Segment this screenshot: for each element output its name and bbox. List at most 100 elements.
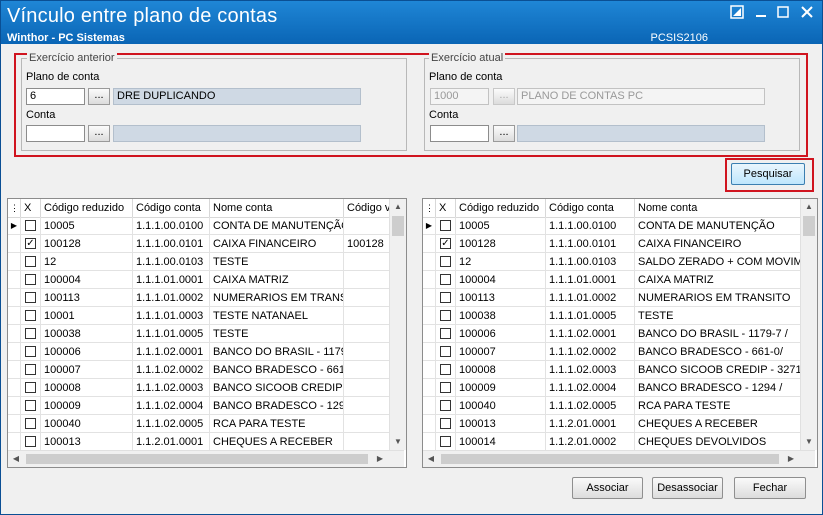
scroll-up-icon[interactable]: ▲	[801, 199, 817, 215]
cell-account-name[interactable]: BANCO BRADESCO - 661-0	[210, 361, 344, 379]
cell-account-name[interactable]: CONTA DE MANUTENÇÃO	[635, 217, 801, 235]
cell-account-code[interactable]: 1.1.1.00.0103	[133, 253, 210, 271]
cell-reduced-code[interactable]: 10005	[41, 217, 133, 235]
row-checkbox[interactable]	[440, 274, 451, 285]
row-checkbox[interactable]	[440, 310, 451, 321]
row-checkbox[interactable]	[25, 256, 36, 267]
cell-reduced-code[interactable]: 100006	[456, 325, 546, 343]
cell-account-name[interactable]: CAIXA FINANCEIRO	[635, 235, 801, 253]
scroll-up-icon[interactable]: ▲	[390, 199, 406, 215]
cell-reduced-code[interactable]: 100040	[41, 415, 133, 433]
cell-linked-code[interactable]	[344, 271, 390, 289]
scroll-down-icon[interactable]: ▼	[801, 434, 817, 450]
row-checkbox[interactable]	[440, 400, 451, 411]
cell-account-name[interactable]: CHEQUES DEVOLVIDOS	[635, 433, 801, 451]
search-button[interactable]: Pesquisar	[731, 163, 805, 185]
cell-account-code[interactable]: 1.1.2.01.0001	[133, 433, 210, 451]
cell-account-code[interactable]: 1.1.1.02.0003	[546, 361, 635, 379]
col-header-account-name[interactable]: Nome conta	[210, 199, 344, 217]
vertical-scrollbar[interactable]: ▲ ▼	[389, 199, 406, 450]
cell-linked-code[interactable]: 100128	[344, 235, 390, 253]
hscroll-thumb[interactable]	[441, 454, 779, 464]
table-row[interactable]: 100040 1.1.1.02.0005 RCA PARA TESTE	[8, 415, 390, 433]
cell-reduced-code[interactable]: 100009	[456, 379, 546, 397]
resize-icon[interactable]	[728, 5, 746, 21]
cell-linked-code[interactable]	[344, 307, 390, 325]
cell-account-name[interactable]: RCA PARA TESTE	[635, 397, 801, 415]
minimize-icon[interactable]	[752, 5, 770, 21]
table-row[interactable]: 100013 1.1.2.01.0001 CHEQUES A RECEBER	[8, 433, 390, 451]
cell-account-code[interactable]: 1.1.1.01.0005	[133, 325, 210, 343]
cell-account-code[interactable]: 1.1.1.02.0004	[133, 397, 210, 415]
cell-account-name[interactable]: BANCO DO BRASIL - 1179-7 /	[635, 325, 801, 343]
grid-menu-icon[interactable]: ⋮	[423, 199, 436, 217]
cell-account-code[interactable]: 1.1.1.00.0101	[133, 235, 210, 253]
cell-account-code[interactable]: 1.1.2.01.0002	[546, 433, 635, 451]
table-row[interactable]: ▶ 10005 1.1.1.00.0100 CONTA DE MANUTENÇÃO	[423, 217, 801, 235]
table-row[interactable]: 100014 1.1.2.01.0002 CHEQUES DEVOLVIDOS	[423, 433, 801, 451]
col-header-reduced-code[interactable]: Código reduzido	[456, 199, 546, 217]
table-row[interactable]: 100040 1.1.1.02.0005 RCA PARA TESTE	[423, 397, 801, 415]
col-header-account-code[interactable]: Código conta	[546, 199, 635, 217]
cell-reduced-code[interactable]: 100008	[456, 361, 546, 379]
table-row[interactable]: 12 1.1.1.00.0103 SALDO ZERADO + COM MOVIME…	[423, 253, 801, 271]
col-header-x[interactable]: X	[436, 199, 456, 217]
table-row[interactable]: 100113 1.1.1.01.0002 NUMERARIOS EM TRANSIT	[8, 289, 390, 307]
row-checkbox[interactable]	[25, 328, 36, 339]
scroll-right-icon[interactable]: ▶	[372, 451, 388, 467]
table-row[interactable]: 100038 1.1.1.01.0005 TESTE	[423, 307, 801, 325]
cell-account-name[interactable]: BANCO SICOOB CREDIP - 3271-8/	[635, 361, 801, 379]
table-row[interactable]: 100006 1.1.1.02.0001 BANCO DO BRASIL - 117…	[8, 343, 390, 361]
row-checkbox[interactable]	[440, 436, 451, 447]
previous-account-code-input[interactable]	[26, 125, 85, 142]
cell-account-code[interactable]: 1.1.1.02.0004	[546, 379, 635, 397]
cell-linked-code[interactable]	[344, 397, 390, 415]
previous-account-browse-button[interactable]: ...	[88, 125, 110, 142]
row-checkbox[interactable]: ✓	[25, 238, 36, 249]
table-row[interactable]: 12 1.1.1.00.0103 TESTE	[8, 253, 390, 271]
scroll-right-icon[interactable]: ▶	[783, 451, 799, 467]
cell-account-code[interactable]: 1.1.1.01.0002	[546, 289, 635, 307]
cell-reduced-code[interactable]: 100013	[41, 433, 133, 451]
cell-account-name[interactable]: TESTE	[210, 325, 344, 343]
cell-reduced-code[interactable]: 100004	[41, 271, 133, 289]
cell-account-code[interactable]: 1.1.1.01.0003	[133, 307, 210, 325]
table-row[interactable]: 100007 1.1.1.02.0002 BANCO BRADESCO - 661-…	[8, 361, 390, 379]
cell-reduced-code[interactable]: 12	[456, 253, 546, 271]
cell-account-code[interactable]: 1.1.1.02.0003	[133, 379, 210, 397]
scroll-thumb[interactable]	[392, 216, 404, 236]
cell-account-name[interactable]: RCA PARA TESTE	[210, 415, 344, 433]
cell-reduced-code[interactable]: 100128	[41, 235, 133, 253]
cell-reduced-code[interactable]: 100038	[41, 325, 133, 343]
table-row[interactable]: ✓ 100128 1.1.1.00.0101 CAIXA FINANCEIRO 1001…	[8, 235, 390, 253]
row-checkbox[interactable]	[440, 328, 451, 339]
cell-reduced-code[interactable]: 10001	[41, 307, 133, 325]
hscroll-thumb[interactable]	[26, 454, 368, 464]
table-row[interactable]: 100113 1.1.1.01.0002 NUMERARIOS EM TRANSIT…	[423, 289, 801, 307]
cell-reduced-code[interactable]: 12	[41, 253, 133, 271]
cell-account-code[interactable]: 1.1.1.01.0001	[133, 271, 210, 289]
row-checkbox[interactable]	[440, 346, 451, 357]
cell-linked-code[interactable]	[344, 433, 390, 451]
row-checkbox[interactable]	[25, 364, 36, 375]
cell-account-code[interactable]: 1.1.1.02.0002	[133, 361, 210, 379]
current-account-browse-button[interactable]: ...	[493, 125, 515, 142]
cell-linked-code[interactable]	[344, 325, 390, 343]
cell-account-code[interactable]: 1.1.2.01.0001	[546, 415, 635, 433]
cell-account-name[interactable]: CAIXA FINANCEIRO	[210, 235, 344, 253]
row-checkbox[interactable]	[440, 256, 451, 267]
cell-account-code[interactable]: 1.1.1.00.0100	[546, 217, 635, 235]
row-checkbox[interactable]	[25, 274, 36, 285]
cell-reduced-code[interactable]: 100006	[41, 343, 133, 361]
cell-account-name[interactable]: NUMERARIOS EM TRANSITO	[635, 289, 801, 307]
cell-account-name[interactable]: BANCO BRADESCO - 1294	[210, 397, 344, 415]
cell-account-name[interactable]: TESTE	[210, 253, 344, 271]
cell-reduced-code[interactable]: 100013	[456, 415, 546, 433]
cell-reduced-code[interactable]: 100009	[41, 397, 133, 415]
table-row[interactable]: 100007 1.1.1.02.0002 BANCO BRADESCO - 661-…	[423, 343, 801, 361]
scroll-thumb[interactable]	[803, 216, 815, 236]
maximize-icon[interactable]	[774, 5, 792, 21]
cell-reduced-code[interactable]: 100014	[456, 433, 546, 451]
cell-account-name[interactable]: CHEQUES A RECEBER	[635, 415, 801, 433]
table-row[interactable]: 100009 1.1.1.02.0004 BANCO BRADESCO - 1294…	[423, 379, 801, 397]
